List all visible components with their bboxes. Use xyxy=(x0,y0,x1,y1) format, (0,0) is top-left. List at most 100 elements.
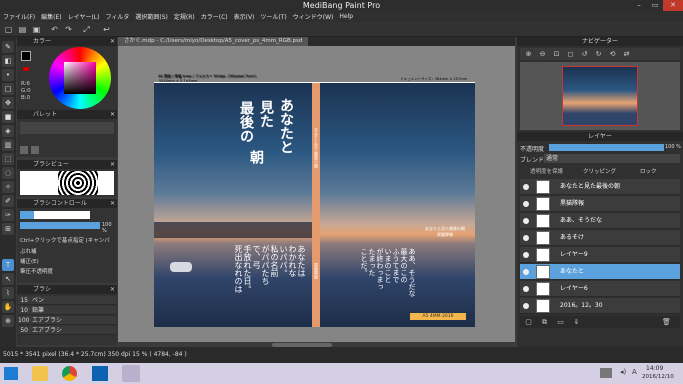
lasso-tool-icon[interactable]: ◌ xyxy=(2,167,14,179)
undo-icon[interactable]: ↶ xyxy=(48,23,61,36)
new-file-icon[interactable]: ▢ xyxy=(2,23,15,36)
magic-wand-icon[interactable]: ✧ xyxy=(2,181,14,193)
select-pen-icon[interactable]: ✐ xyxy=(2,195,14,207)
menu-select[interactable]: 選択範囲(S) xyxy=(135,12,168,21)
eye-icon[interactable] xyxy=(523,184,529,190)
layer-row[interactable]: あなたと見た最後の朝 xyxy=(520,179,680,195)
save-icon[interactable]: ▣ xyxy=(30,23,43,36)
flip-icon[interactable]: ⇄ xyxy=(620,48,633,61)
volume-icon[interactable]: ◂) xyxy=(620,368,626,376)
menu-help[interactable]: Help xyxy=(339,13,353,20)
menu-filter[interactable]: フィルタ xyxy=(105,12,129,21)
rotate-right-icon[interactable]: ↻ xyxy=(592,48,605,61)
dot-tool-icon[interactable]: • xyxy=(2,69,14,81)
rotate-left-icon[interactable]: ↺ xyxy=(578,48,591,61)
text-tool-icon[interactable]: T xyxy=(2,259,14,271)
eraser-tool-icon[interactable]: ◧ xyxy=(2,55,14,67)
protect-alpha-checkbox[interactable]: 透明度を保護 xyxy=(530,167,563,175)
divide-tool-icon[interactable]: ⊞ xyxy=(2,223,14,235)
navigator-view[interactable] xyxy=(520,62,680,130)
transform-icon[interactable]: ⤢ xyxy=(80,23,93,36)
maximize-button[interactable]: ▭ xyxy=(647,0,663,11)
eye-icon[interactable] xyxy=(523,218,529,224)
brush-opacity-slider[interactable] xyxy=(20,222,100,229)
reset-icon[interactable]: ⟲ xyxy=(606,48,619,61)
eyedropper-icon[interactable]: ⌇ xyxy=(2,287,14,299)
eye-icon[interactable] xyxy=(523,201,529,207)
ime-indicator[interactable]: A xyxy=(632,368,637,376)
menu-layer[interactable]: レイヤー(L) xyxy=(68,12,100,21)
brush-item[interactable]: 10 鉛筆 xyxy=(18,306,116,315)
pressure-opacity-checkbox[interactable]: 筆圧不透明度 xyxy=(20,267,53,275)
fit-icon[interactable]: ⊡ xyxy=(550,48,563,61)
blend-select[interactable]: 通常 xyxy=(544,154,680,163)
eye-icon[interactable] xyxy=(523,303,529,309)
pier-silhouette xyxy=(154,222,314,238)
palette-swatches[interactable] xyxy=(20,122,114,134)
layer-row[interactable]: ああ、そうだな xyxy=(520,213,680,229)
folder-icon[interactable]: ▭ xyxy=(554,316,567,329)
clock-time[interactable]: 14:09 xyxy=(646,365,663,372)
delete-layer-icon[interactable]: 🗑 xyxy=(660,316,673,329)
eye-icon[interactable] xyxy=(523,286,529,292)
menu-view[interactable]: 表示(V) xyxy=(234,12,255,21)
red-swatch[interactable] xyxy=(23,67,29,71)
zoom-in-icon[interactable]: ⊕ xyxy=(522,48,535,61)
layer-row[interactable]: あるそけ xyxy=(520,230,680,246)
palette-delete-icon[interactable] xyxy=(31,146,39,154)
brush-tool-icon[interactable]: ✎ xyxy=(2,41,14,53)
windows-start-icon[interactable] xyxy=(4,367,18,380)
eye-icon[interactable] xyxy=(523,235,529,241)
layer-row[interactable]: 黒猫隊報 xyxy=(520,196,680,212)
brush-item[interactable]: 100 エアブラシ xyxy=(18,316,116,325)
layer-row[interactable]: 2016。12。30 xyxy=(520,298,680,314)
color-wheel[interactable] xyxy=(49,47,111,109)
actual-size-icon[interactable]: ◻ xyxy=(564,48,577,61)
lock-checkbox[interactable]: ロック xyxy=(640,167,657,175)
eye-icon[interactable] xyxy=(523,269,529,275)
menu-file[interactable]: ファイル(F) xyxy=(3,12,35,21)
menu-color[interactable]: カラー(C) xyxy=(201,12,228,21)
close-button[interactable]: ✕ xyxy=(663,0,683,11)
color-square[interactable] xyxy=(64,62,96,94)
document-tab[interactable]: さかぐ.mdp - C:/Users/miyo/Desktop/A5_cover… xyxy=(118,37,309,46)
menu-edit[interactable]: 編集(E) xyxy=(41,12,61,21)
medibang-taskbar-icon[interactable] xyxy=(122,365,140,382)
gradient-tool-icon[interactable]: ▥ xyxy=(2,139,14,151)
open-folder-icon[interactable]: ▤ xyxy=(16,23,29,36)
select-eraser-icon[interactable]: ✑ xyxy=(2,209,14,221)
foreground-color-swatch[interactable] xyxy=(21,51,31,61)
keyboard-icon[interactable] xyxy=(600,368,612,378)
hand-tool-icon[interactable]: ✋ xyxy=(2,301,14,313)
mail-icon[interactable] xyxy=(92,366,108,381)
new-layer-icon[interactable]: ▢ xyxy=(522,316,535,329)
zoom-out-icon[interactable]: ⊖ xyxy=(536,48,549,61)
copy-layer-icon[interactable]: ⧉ xyxy=(538,316,551,329)
fill-tool-icon[interactable]: ◈ xyxy=(2,125,14,137)
operation-tool-icon[interactable]: ↖ xyxy=(2,273,14,285)
move-tool-icon[interactable]: ✥ xyxy=(2,97,14,109)
clipping-checkbox[interactable]: クリッピング xyxy=(583,167,616,175)
layer-row[interactable]: レイヤー6 xyxy=(520,281,680,297)
clock-date[interactable]: 2016/12/10 xyxy=(642,374,674,380)
menu-window[interactable]: ウィンドウ(W) xyxy=(293,12,334,21)
eye-icon[interactable] xyxy=(523,252,529,258)
chrome-icon[interactable] xyxy=(62,366,77,381)
file-explorer-icon[interactable] xyxy=(32,366,48,381)
rect-tool-icon[interactable]: ■ xyxy=(2,111,14,123)
layer-row-selected[interactable]: あなたと xyxy=(520,264,680,280)
menu-ruler[interactable]: 定規(R) xyxy=(174,12,195,21)
merge-down-icon[interactable]: ⇓ xyxy=(570,316,583,329)
brush-item[interactable]: 15 ペン xyxy=(18,296,116,305)
layer-opacity-slider[interactable] xyxy=(549,144,664,151)
brush-item[interactable]: 50 エアブラシ xyxy=(18,326,116,335)
minimize-button[interactable]: – xyxy=(631,0,647,11)
redo-icon[interactable]: ↷ xyxy=(62,23,75,36)
zoom-tool-icon[interactable]: ⊕ xyxy=(2,315,14,327)
layer-row[interactable]: レイヤー9 xyxy=(520,247,680,263)
menu-tool[interactable]: ツール(T) xyxy=(260,12,286,21)
palette-add-icon[interactable] xyxy=(20,146,28,154)
undo-arrow-icon[interactable]: ↩ xyxy=(100,23,113,36)
select-tool-icon[interactable]: ⬚ xyxy=(2,153,14,165)
shape-tool-icon[interactable]: □ xyxy=(2,83,14,95)
